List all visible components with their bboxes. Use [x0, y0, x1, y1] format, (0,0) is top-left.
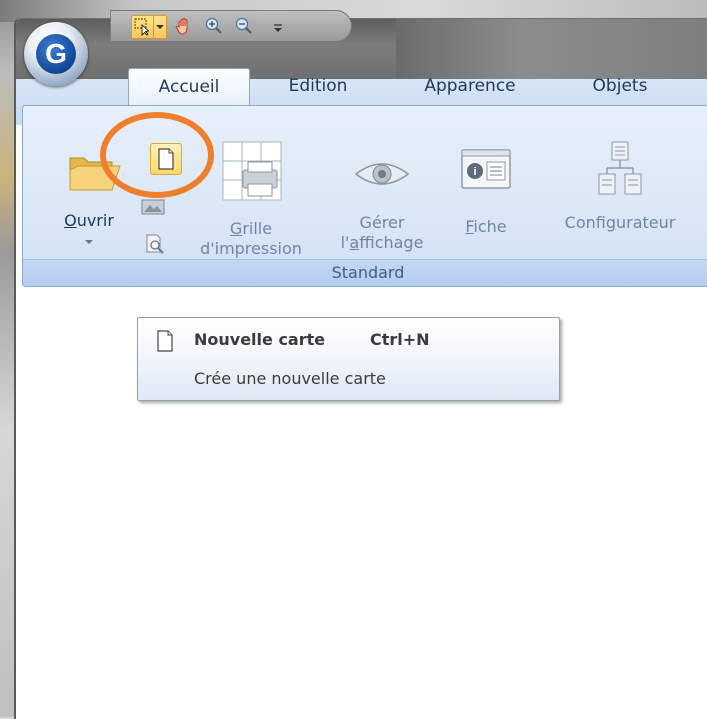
eye-icon	[354, 163, 410, 185]
print-preview-button[interactable]	[140, 195, 166, 219]
manage-display-button[interactable]: Gérer l'affichage	[322, 148, 442, 268]
tab-accueil[interactable]: Accueil	[128, 68, 250, 105]
tooltip-shortcut: Ctrl+N	[370, 330, 430, 349]
svg-text:i: i	[473, 166, 476, 178]
print-grid-label: Grille d'impression	[200, 219, 302, 258]
zoom-in-button[interactable]	[203, 15, 225, 37]
highlight-circle	[100, 112, 214, 198]
customize-qat-button[interactable]	[267, 17, 289, 39]
new-document-icon	[157, 330, 173, 352]
image-icon	[141, 199, 165, 215]
tooltip: Nouvelle carte Ctrl+N Crée une nouvelle …	[137, 317, 560, 401]
tooltip-description: Crée une nouvelle carte	[194, 369, 386, 388]
pan-tool-button[interactable]	[173, 15, 195, 37]
chevron-down-icon	[156, 25, 164, 29]
hand-icon	[175, 18, 188, 35]
tab-apparence[interactable]: Apparence	[400, 68, 540, 104]
app-menu-button[interactable]: G	[24, 22, 88, 86]
card-icon: i	[461, 149, 511, 189]
manage-display-label: Gérer l'affichage	[340, 213, 424, 252]
zoom-out-button[interactable]	[233, 15, 255, 37]
print-grid-icon	[222, 141, 282, 201]
customize-icon	[274, 24, 282, 32]
select-tool-button[interactable]	[131, 15, 155, 39]
quick-access-toolbar	[110, 10, 352, 42]
select-icon	[134, 18, 150, 36]
zoom-out-icon	[235, 17, 252, 34]
tooltip-title: Nouvelle carte	[194, 330, 326, 349]
configurateur-label: Configurateur	[564, 213, 676, 232]
preview-button[interactable]	[142, 232, 168, 256]
hierarchy-icon	[598, 141, 642, 195]
tab-edition[interactable]: Edition	[262, 68, 374, 104]
open-label: Ouvrir	[64, 211, 114, 230]
select-dropdown-button[interactable]	[153, 15, 167, 39]
fiche-button[interactable]: i Fiche	[448, 144, 524, 264]
configurateur-button[interactable]: Configurateur	[540, 140, 700, 260]
chevron-down-icon	[85, 240, 93, 244]
magnifier-document-icon	[146, 234, 164, 254]
app-logo-icon: G	[36, 34, 76, 74]
fiche-label: Fiche	[465, 217, 507, 236]
zoom-in-icon	[205, 17, 222, 34]
tab-objets[interactable]: Objets	[565, 68, 675, 104]
